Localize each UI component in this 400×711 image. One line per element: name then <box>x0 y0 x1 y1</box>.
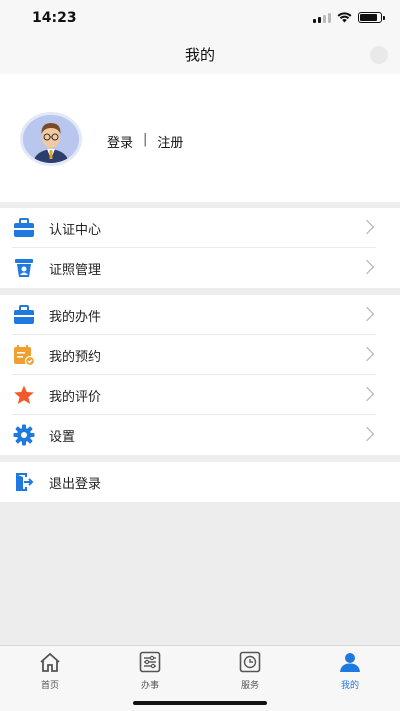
menu-group-logout: 退出登录 <box>0 462 400 502</box>
home-indicator <box>133 701 267 705</box>
menu-label: 证照管理 <box>49 262 102 278</box>
signal-icon <box>313 12 331 23</box>
menu-label: 认证中心 <box>49 222 102 238</box>
menu-label: 退出登录 <box>49 476 102 492</box>
menu-label: 设置 <box>49 429 76 445</box>
avatar[interactable] <box>20 112 82 166</box>
clock-icon <box>239 651 261 673</box>
menu-item-my-cases[interactable]: 我的办件 <box>0 295 400 335</box>
menu-item-my-appointments[interactable]: 我的预约 <box>0 335 400 375</box>
status-icons <box>313 12 385 23</box>
register-link[interactable]: 注册 <box>157 132 183 151</box>
menu-item-settings[interactable]: 设置 <box>0 415 400 455</box>
user-icon <box>340 653 360 672</box>
tab-affairs[interactable]: 办事 <box>100 651 200 691</box>
tab-label: 服务 <box>240 681 259 691</box>
chevron-right-icon <box>359 346 375 362</box>
menu-item-license-management[interactable]: 证照管理 <box>0 248 400 288</box>
login-link[interactable]: 登录 <box>107 132 133 151</box>
home-icon <box>40 652 60 672</box>
calendar-check-icon <box>12 343 36 367</box>
menu-label: 我的预约 <box>49 349 102 365</box>
status-time: 14:23 <box>32 10 77 26</box>
auth-links: 登录 | 注册 <box>107 132 183 151</box>
sliders-icon <box>139 651 161 673</box>
menu-group-personal: 我的办件 我的预约 我的评价 设置 <box>0 295 400 455</box>
menu-label: 我的办件 <box>49 309 102 325</box>
title-bar: 我的 <box>0 36 400 74</box>
menu-item-logout[interactable]: 退出登录 <box>0 462 400 502</box>
eye-icon[interactable] <box>370 46 388 64</box>
battery-icon <box>358 12 385 23</box>
briefcase-icon <box>12 216 36 240</box>
tab-mine[interactable]: 我的 <box>300 651 400 691</box>
tab-label: 我的 <box>340 681 359 691</box>
status-bar: 14:23 <box>0 0 400 36</box>
auth-separator: | <box>143 132 148 147</box>
menu-group-certification: 认证中心 证照管理 <box>0 208 400 288</box>
menu-item-my-reviews[interactable]: 我的评价 <box>0 375 400 415</box>
briefcase-icon <box>12 303 36 327</box>
chevron-right-icon <box>359 426 375 442</box>
tab-home[interactable]: 首页 <box>0 651 100 691</box>
menu-item-auth-center[interactable]: 认证中心 <box>0 208 400 248</box>
logout-icon <box>12 470 36 494</box>
chevron-right-icon <box>359 306 375 322</box>
wifi-icon <box>337 12 352 23</box>
chevron-right-icon <box>359 386 375 402</box>
chevron-right-icon <box>359 259 375 275</box>
gear-icon <box>12 423 36 447</box>
avatar-illustration <box>23 115 79 163</box>
id-stand-icon <box>12 256 36 280</box>
menu-label: 我的评价 <box>49 389 102 405</box>
chevron-right-icon <box>359 219 375 235</box>
tab-label: 首页 <box>40 681 59 691</box>
star-icon <box>12 383 36 407</box>
page-title: 我的 <box>184 46 215 64</box>
tab-label: 办事 <box>140 681 159 691</box>
tab-services[interactable]: 服务 <box>200 651 300 691</box>
profile-card: 登录 | 注册 <box>0 74 400 202</box>
